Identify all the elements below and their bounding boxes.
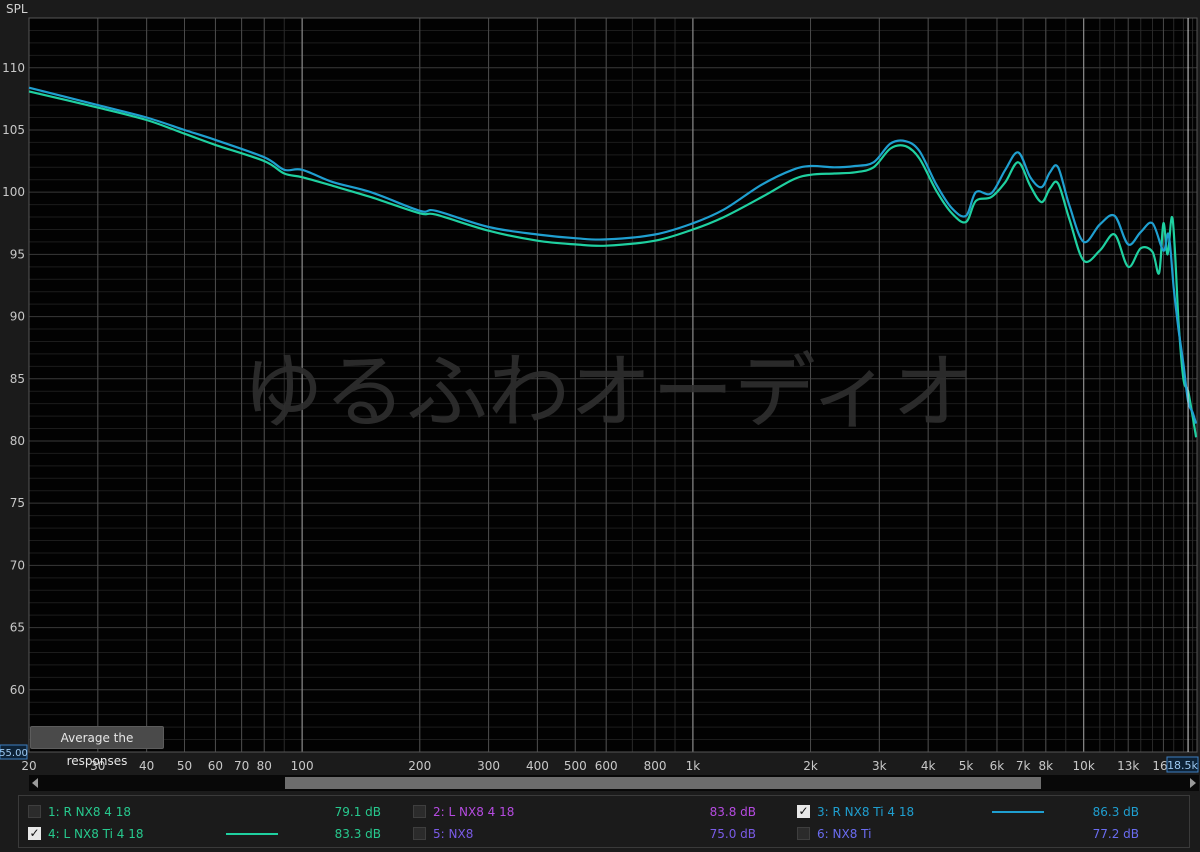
y-tick-label: 60 — [10, 683, 25, 697]
x-tick-label: 3k — [872, 759, 887, 773]
legend-item-6[interactable]: 6: NX8 Ti 77.2 dB — [797, 824, 1142, 844]
scroll-thumb[interactable] — [285, 777, 1041, 789]
legend-item-1[interactable]: 1: R NX8 4 18 79.1 dB — [28, 802, 381, 822]
legend-checkbox-5[interactable] — [413, 827, 426, 840]
y-tick-label: 90 — [10, 310, 25, 324]
x-tick-label: 8k — [1038, 759, 1053, 773]
scroll-right-arrow-icon[interactable] — [1190, 778, 1196, 788]
y-tick-label: 65 — [10, 621, 25, 635]
x-tick-label: 70 — [234, 759, 249, 773]
legend-label-3: 3: R NX8 Ti 4 18 — [817, 805, 915, 819]
legend-checkbox-6[interactable] — [797, 827, 810, 840]
legend-value-3: 86.3 dB — [1092, 805, 1139, 819]
x-tick-label: 20 — [21, 759, 36, 773]
average-responses-button[interactable]: Average the responses — [30, 726, 164, 768]
y-tick-label: 100 — [2, 185, 25, 199]
frequency-response-app: SPL 606570758085909510010511020304050607… — [0, 0, 1200, 852]
legend-checkbox-3[interactable]: ✓ — [797, 805, 810, 818]
x-tick-label: 60 — [208, 759, 223, 773]
legend-label-2: 2: L NX8 4 18 — [433, 805, 515, 819]
scroll-left-arrow-icon[interactable] — [32, 778, 38, 788]
y-tick-label: 105 — [2, 123, 25, 137]
y-tick-label: 75 — [10, 496, 25, 510]
y-tick-label: 70 — [10, 558, 25, 572]
legend-checkbox-4[interactable]: ✓ — [28, 827, 41, 840]
x-tick-label: 400 — [526, 759, 549, 773]
legend-label-4: 4: L NX8 Ti 4 18 — [48, 827, 144, 841]
x-tick-label: 800 — [644, 759, 667, 773]
legend-checkbox-1[interactable] — [28, 805, 41, 818]
watermark-text: ゆるふわオーディオ — [242, 345, 974, 440]
x-tick-label: 300 — [477, 759, 500, 773]
legend-line-3 — [992, 811, 1044, 813]
legend-item-2[interactable]: 2: L NX8 4 18 83.8 dB — [413, 802, 758, 822]
x-tick-label: 100 — [291, 759, 314, 773]
legend-panel: 1: R NX8 4 18 79.1 dB 2: L NX8 4 18 83.8… — [18, 795, 1190, 848]
x-tick-label: 4k — [921, 759, 936, 773]
x-tick-label: 13k — [1117, 759, 1139, 773]
legend-value-5: 75.0 dB — [709, 827, 756, 841]
legend-label-6: 6: NX8 Ti — [817, 827, 872, 841]
x-tick-label: 40 — [139, 759, 154, 773]
legend-label-5: 5: NX8 — [433, 827, 474, 841]
legend-value-4: 83.3 dB — [334, 827, 381, 841]
legend-checkbox-2[interactable] — [413, 805, 426, 818]
x-tick-label: 2k — [803, 759, 818, 773]
x-tick-label: 600 — [595, 759, 618, 773]
y-tick-label: 110 — [2, 61, 25, 75]
x-tick-label: 500 — [564, 759, 587, 773]
y-tick-label: 85 — [10, 372, 25, 386]
legend-value-1: 79.1 dB — [334, 805, 381, 819]
x-tick-label: 200 — [408, 759, 431, 773]
legend-value-2: 83.8 dB — [709, 805, 756, 819]
x-tick-label: 5k — [959, 759, 974, 773]
y-tick-label: 80 — [10, 434, 25, 448]
y-cursor-label: 55.00 — [0, 748, 28, 759]
x-cursor-readout: 18.5k — [1166, 756, 1199, 773]
x-tick-label: 80 — [257, 759, 272, 773]
horizontal-scrollbar[interactable] — [29, 775, 1199, 791]
y-cursor-readout: 55.00 — [0, 744, 28, 760]
frequency-response-chart[interactable]: 6065707580859095100105110203040506070801… — [0, 0, 1200, 775]
x-tick-label: 7k — [1016, 759, 1031, 773]
y-tick-label: 95 — [10, 247, 25, 261]
legend-item-3[interactable]: ✓ 3: R NX8 Ti 4 18 86.3 dB — [797, 802, 1142, 822]
legend-label-1: 1: R NX8 4 18 — [48, 805, 132, 819]
legend-item-5[interactable]: 5: NX8 75.0 dB — [413, 824, 758, 844]
legend-item-4[interactable]: ✓ 4: L NX8 Ti 4 18 83.3 dB — [28, 824, 381, 844]
x-tick-label: 6k — [990, 759, 1005, 773]
x-tick-label: 1k — [686, 759, 701, 773]
x-cursor-label: 18.5k — [1167, 759, 1198, 772]
x-tick-label: 50 — [177, 759, 192, 773]
x-tick-label: 10k — [1073, 759, 1095, 773]
legend-line-4 — [226, 833, 278, 835]
legend-value-6: 77.2 dB — [1092, 827, 1139, 841]
